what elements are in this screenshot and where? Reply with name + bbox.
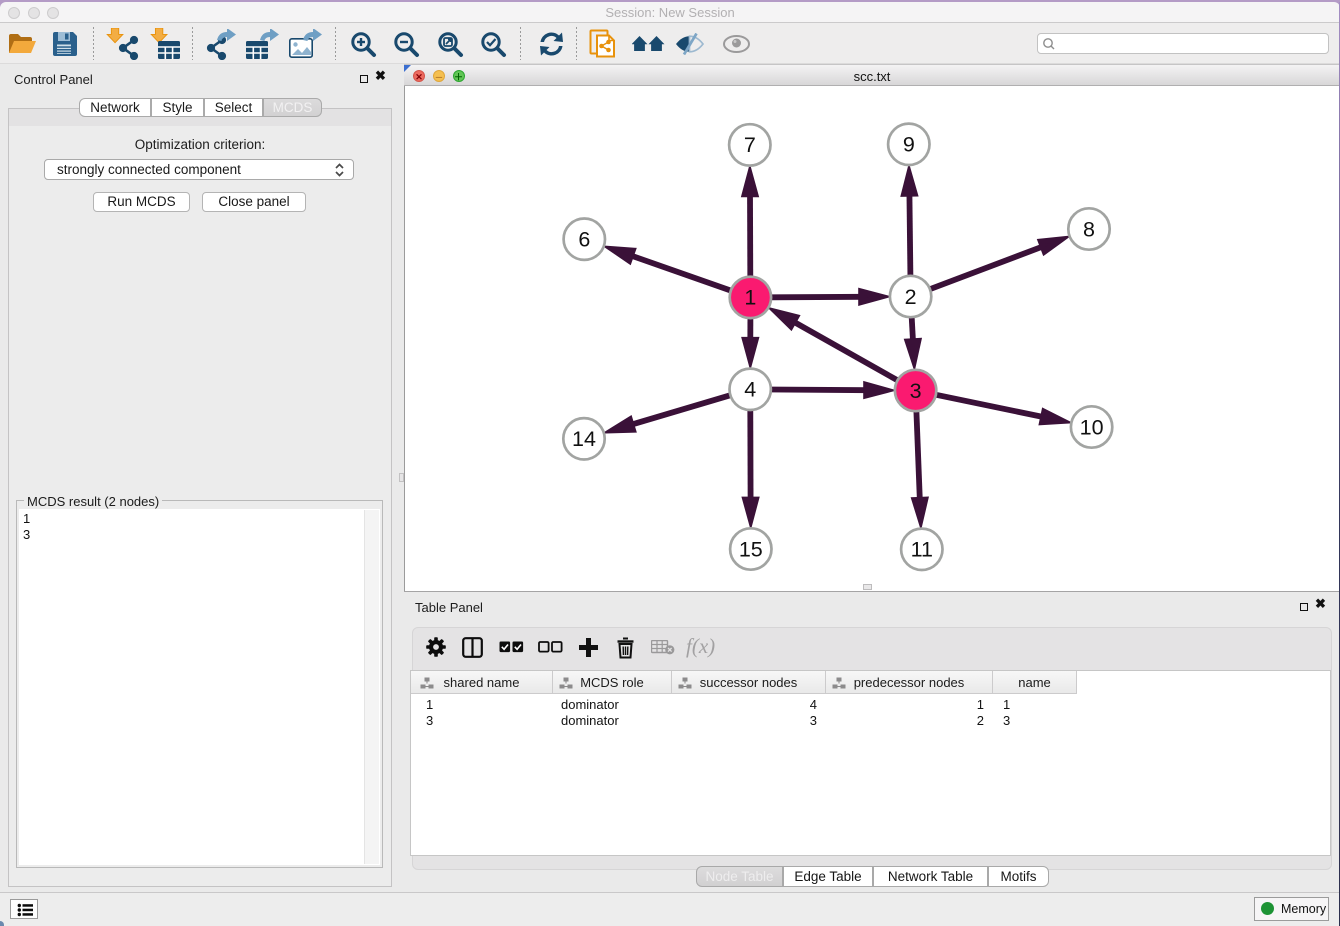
svg-text:15: 15	[739, 537, 763, 561]
svg-text:14: 14	[572, 427, 596, 451]
svg-text:6: 6	[578, 228, 590, 252]
svg-text:10: 10	[1080, 415, 1104, 439]
svg-text:2: 2	[905, 285, 917, 309]
svg-text:4: 4	[744, 378, 756, 402]
svg-text:1: 1	[744, 286, 756, 310]
svg-text:11: 11	[911, 538, 933, 562]
svg-text:8: 8	[1083, 217, 1095, 241]
svg-text:3: 3	[910, 379, 922, 403]
svg-text:7: 7	[744, 133, 756, 157]
svg-text:9: 9	[903, 133, 915, 157]
